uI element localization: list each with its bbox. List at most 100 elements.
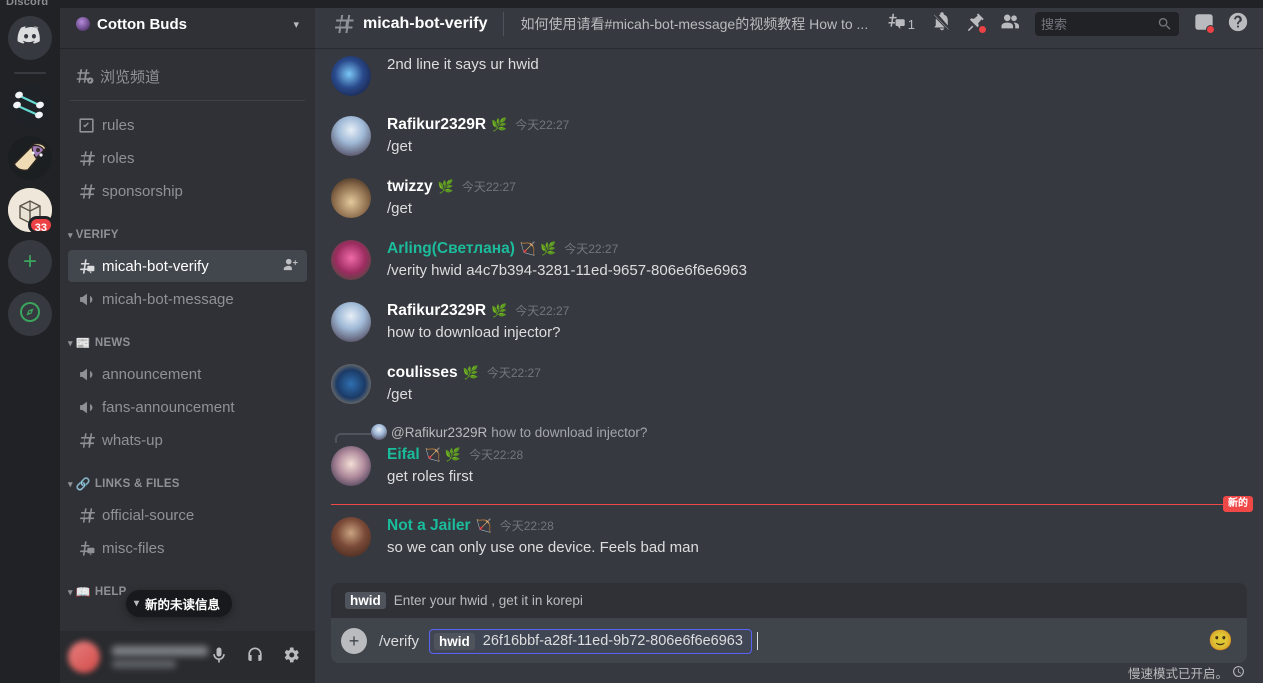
- mute-microphone-button[interactable]: [203, 641, 235, 673]
- message-header: Rafikur2329R 🌿 今天22:27: [387, 300, 1215, 322]
- browse-channels-button[interactable]: 浏览频道: [68, 60, 307, 92]
- message-author[interactable]: coulisses: [387, 362, 458, 384]
- message-author[interactable]: Eifal: [387, 444, 420, 466]
- help-button[interactable]: [1221, 8, 1255, 40]
- avatar[interactable]: [331, 240, 371, 280]
- message-author[interactable]: Not a Jailer: [387, 515, 471, 537]
- add-member-icon[interactable]: [282, 256, 299, 277]
- search-input[interactable]: [1041, 16, 1157, 32]
- message-text: how to download injector?: [387, 324, 561, 341]
- server-item-cotton-buds[interactable]: [8, 84, 52, 128]
- new-unread-messages-pill[interactable]: ▾ 新的未读信息: [126, 590, 233, 617]
- sidebar-item-announcement[interactable]: announcement: [68, 358, 307, 390]
- text-caret: [756, 632, 758, 650]
- message-body: Rafikur2329R 🌿 今天22:27 how to download i…: [387, 300, 1215, 344]
- search-box[interactable]: [1035, 12, 1179, 36]
- pinned-messages-button[interactable]: [959, 8, 993, 40]
- chevron-down-icon: ▾: [68, 586, 73, 597]
- avatar[interactable]: [331, 364, 371, 404]
- message-input-box[interactable]: + /verify hwid 26f16bbf-a28f-11ed-9b72-8…: [331, 619, 1247, 663]
- message-timestamp: 今天22:28: [469, 448, 524, 462]
- announcement-icon: [76, 398, 96, 417]
- emoji-icon[interactable]: 🙂: [1208, 631, 1233, 651]
- server-item-burrito[interactable]: [8, 136, 52, 180]
- command-argument-pill[interactable]: hwid 26f16bbf-a28f-11ed-9b72-806e6f6e696…: [429, 628, 752, 654]
- help-icon: [1227, 11, 1249, 37]
- chevron-down-icon: ▾: [68, 337, 73, 348]
- reply-text: how to download injector?: [491, 424, 648, 440]
- sidebar-item-sponsorship[interactable]: sponsorship: [68, 175, 307, 207]
- unread-pill-label: 新的未读信息: [145, 598, 221, 612]
- add-server-button[interactable]: +: [8, 240, 52, 284]
- avatar[interactable]: [331, 116, 371, 156]
- message-list[interactable]: 2nd line it says ur hwid Rafikur2329R 🌿 …: [315, 48, 1263, 583]
- user-settings-button[interactable]: [275, 641, 307, 673]
- deafen-button[interactable]: [239, 641, 271, 673]
- message-author[interactable]: Arling(Светлана): [387, 238, 515, 260]
- member-list-button[interactable]: [993, 8, 1027, 40]
- sidebar-item-rules[interactable]: rules: [68, 109, 307, 141]
- command-option-hint: hwid Enter your hwid , get it in korepi: [331, 583, 1247, 619]
- explore-servers-button[interactable]: [8, 292, 52, 336]
- user-name-block[interactable]: [104, 646, 208, 668]
- category-news[interactable]: ▾ 📰 NEWS: [60, 329, 315, 357]
- avatar[interactable]: [331, 302, 371, 342]
- avatar[interactable]: [331, 178, 371, 218]
- role-badge-icon: 🏹: [519, 241, 537, 256]
- command-arg-key: hwid: [434, 632, 475, 650]
- server-name: Cotton Buds: [97, 15, 187, 33]
- slash-command-label: /verify: [379, 632, 420, 650]
- category-verify[interactable]: ▾ VERIFY: [60, 221, 315, 249]
- chevron-down-icon: ▾: [68, 229, 73, 240]
- message-author[interactable]: Rafikur2329R: [387, 114, 486, 136]
- discord-home-icon: [17, 23, 43, 53]
- message-body: 2nd line it says ur hwid: [387, 54, 1215, 96]
- sidebar-divider: [70, 100, 305, 101]
- notification-settings-button[interactable]: [925, 8, 959, 40]
- book-emoji-icon: 📖: [75, 585, 91, 599]
- reply-context[interactable]: @Rafikur2329R how to download injector?: [315, 422, 1263, 443]
- sidebar-item-roles[interactable]: roles: [68, 142, 307, 174]
- inbox-button[interactable]: [1187, 8, 1221, 40]
- message-timestamp: 今天22:27: [515, 304, 570, 318]
- sidebar-item-official-source[interactable]: official-source: [68, 499, 307, 531]
- channel-topic[interactable]: 如何使用请看#micah-bot-message的视频教程 How to ...: [520, 14, 870, 34]
- command-arg-value[interactable]: 26f16bbf-a28f-11ed-9b72-806e6f6e6963: [483, 633, 743, 649]
- link-emoji-icon: 🔗: [75, 477, 91, 491]
- threads-icon: [885, 11, 907, 37]
- reply-inner: @Rafikur2329R how to download injector?: [371, 424, 647, 440]
- rules-icon: [76, 116, 96, 135]
- avatar[interactable]: [68, 641, 100, 673]
- message-author[interactable]: Rafikur2329R: [387, 300, 486, 322]
- user-panel: [60, 631, 315, 683]
- browse-channels-label: 浏览频道: [100, 68, 161, 86]
- threads-button[interactable]: 1: [879, 8, 925, 40]
- app-title: Discord: [6, 0, 49, 8]
- sidebar-item-misc-files[interactable]: misc-files: [68, 532, 307, 564]
- avatar[interactable]: [331, 56, 371, 96]
- sidebar-channel-label: announcement: [102, 365, 202, 383]
- category-label: NEWS: [94, 337, 131, 349]
- member-list-icon: [999, 11, 1021, 37]
- avatar[interactable]: [331, 517, 371, 557]
- slowmode-label: 慢速模式已开启。: [1127, 667, 1228, 681]
- role-badge-icon: 🌿: [540, 241, 557, 256]
- server-home-button[interactable]: [8, 16, 52, 60]
- hash-icon: [331, 12, 355, 36]
- server-item-box[interactable]: 33: [8, 188, 54, 234]
- sidebar-item-micah-bot-verify[interactable]: micah-bot-verify: [68, 250, 307, 282]
- sidebar-item-micah-bot-message[interactable]: micah-bot-message: [68, 283, 307, 315]
- add-attachment-button[interactable]: +: [341, 628, 367, 654]
- reply-author[interactable]: @Rafikur2329R: [391, 425, 487, 440]
- message-author[interactable]: twizzy: [387, 176, 433, 198]
- role-badge-icon: 🌿: [491, 303, 508, 318]
- message-text: /get: [387, 386, 413, 403]
- news-emoji-icon: 📰: [75, 336, 91, 350]
- clock-icon: [1232, 665, 1245, 681]
- message-timestamp: 今天22:27: [564, 242, 619, 256]
- sidebar-item-whats-up[interactable]: whats-up: [68, 424, 307, 456]
- message-header: twizzy 🌿 今天22:27: [387, 176, 1215, 198]
- avatar[interactable]: [331, 446, 371, 486]
- category-links-and-files[interactable]: ▾ 🔗 LINKS & FILES: [60, 470, 315, 498]
- sidebar-item-fans-announcement[interactable]: fans-announcement: [68, 391, 307, 423]
